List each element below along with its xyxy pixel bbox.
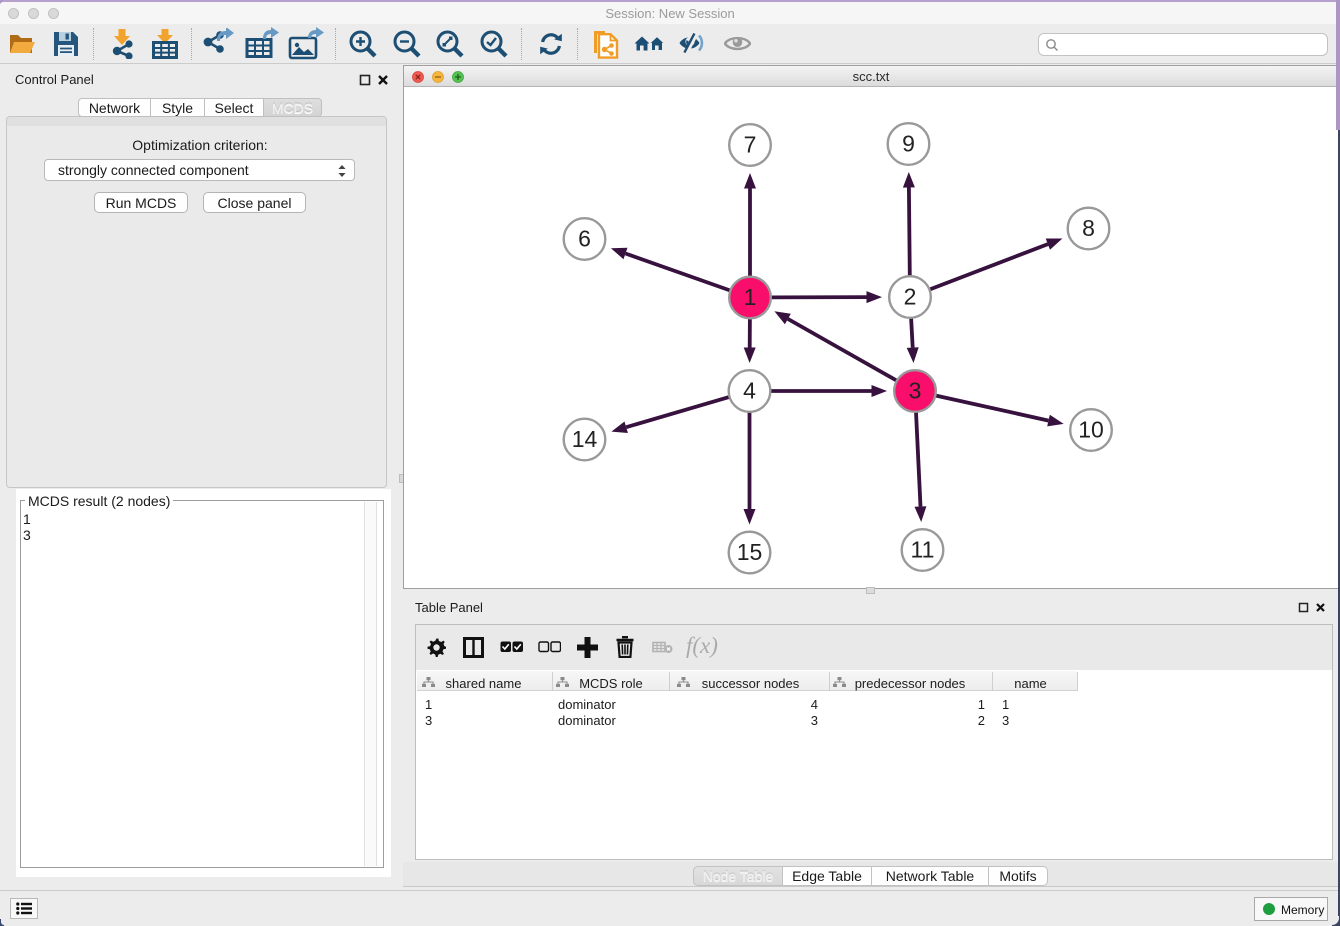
svg-text:2: 2: [904, 284, 917, 310]
svg-text:9: 9: [902, 131, 915, 157]
svg-text:6: 6: [578, 226, 591, 252]
svg-text:14: 14: [572, 426, 598, 452]
svg-text:7: 7: [744, 132, 757, 158]
svg-text:1: 1: [744, 284, 757, 310]
svg-text:4: 4: [743, 378, 756, 404]
svg-text:15: 15: [737, 539, 763, 565]
svg-text:10: 10: [1078, 417, 1104, 443]
svg-text:8: 8: [1082, 215, 1095, 241]
svg-text:3: 3: [909, 378, 922, 404]
svg-text:11: 11: [911, 537, 935, 563]
